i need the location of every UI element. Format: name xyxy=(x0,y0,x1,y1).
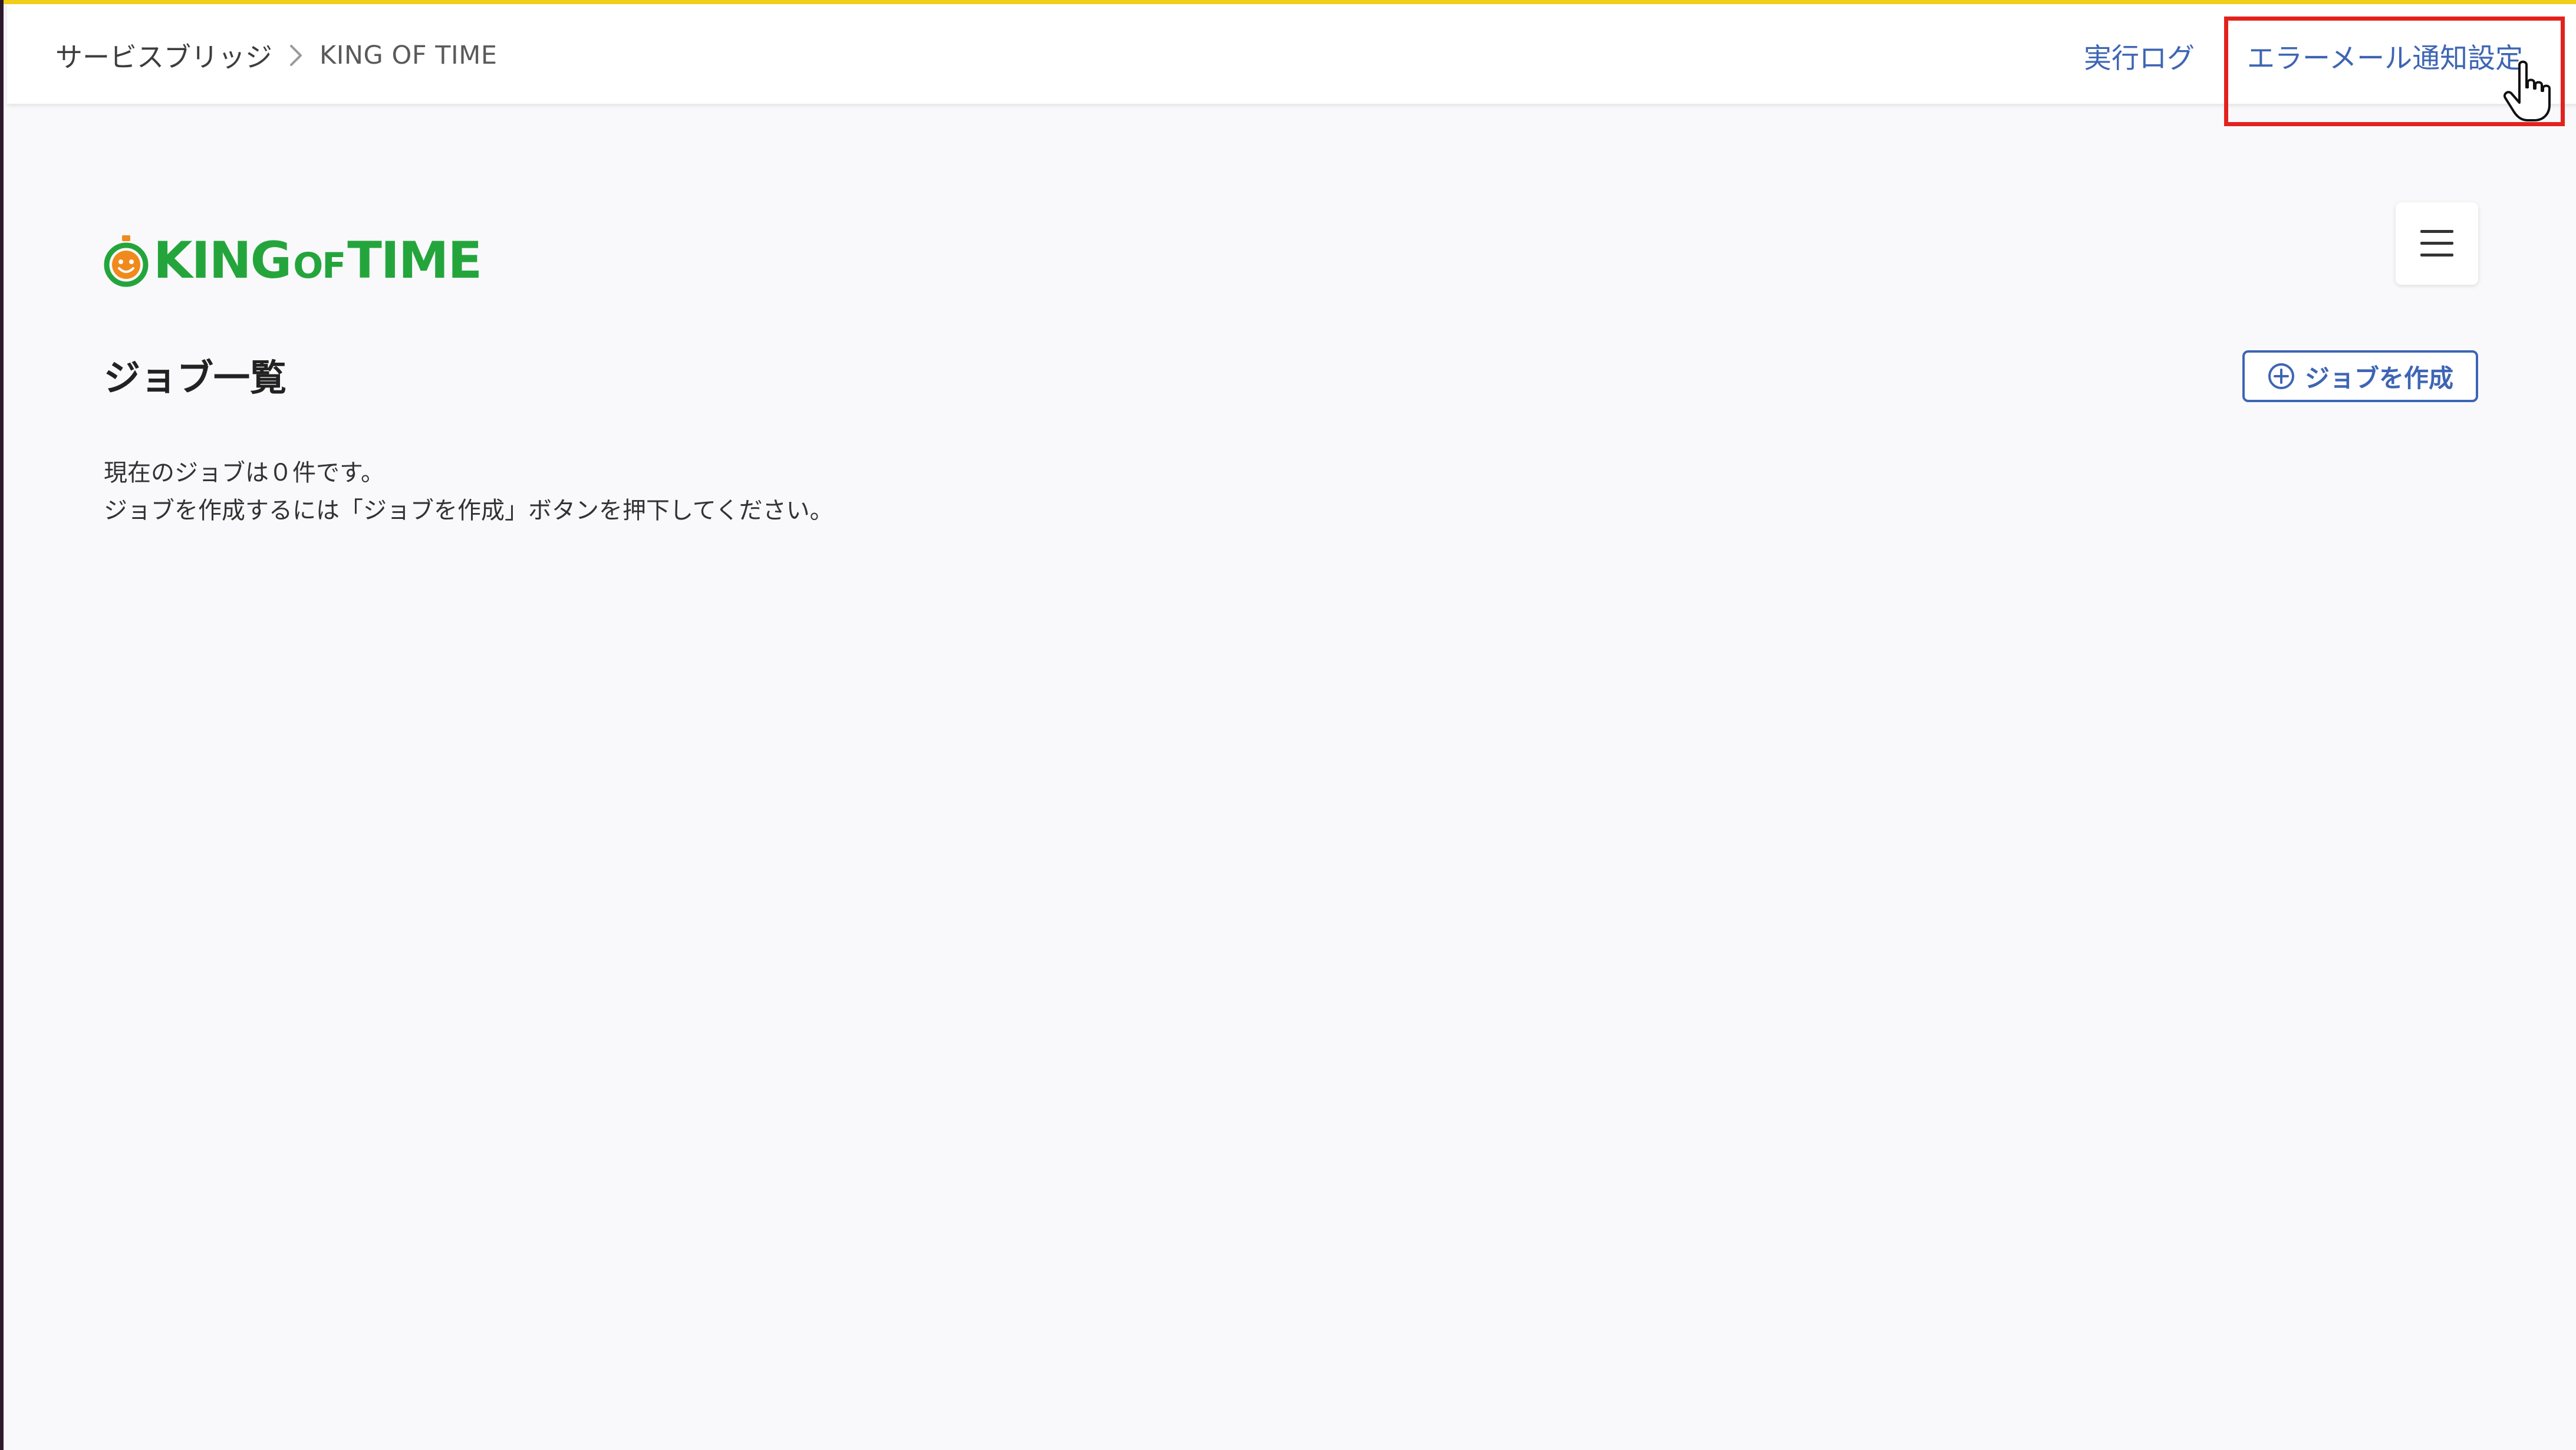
logo-word-of: OF xyxy=(293,245,346,287)
logo-word-king: KING xyxy=(153,231,292,290)
clock-face-icon xyxy=(104,235,149,287)
header-bar: サービスブリッジ KING OF TIME 実行ログ エラーメール通知設定 xyxy=(7,4,2576,104)
hand-pointer-icon xyxy=(2502,59,2555,124)
empty-jobs-message: 現在のジョブは０件です。 ジョブを作成するには「ジョブを作成」ボタンを押下してく… xyxy=(104,454,834,530)
page-title: ジョブ一覧 xyxy=(104,356,287,399)
breadcrumb: サービスブリッジ KING OF TIME xyxy=(55,35,498,76)
plus-circle-icon xyxy=(2267,362,2295,390)
execution-log-link[interactable]: 実行ログ xyxy=(2084,35,2195,76)
top-accent-bar xyxy=(4,0,2576,4)
create-job-button-label: ジョブを作成 xyxy=(2304,363,2453,393)
create-job-button[interactable]: ジョブを作成 xyxy=(2242,350,2478,402)
breadcrumb-root-link[interactable]: サービスブリッジ xyxy=(55,36,272,75)
empty-message-line-2: ジョブを作成するには「ジョブを作成」ボタンを押下してください。 xyxy=(104,497,834,524)
hamburger-icon xyxy=(2420,230,2453,257)
chevron-right-icon xyxy=(272,38,319,73)
app-window: サービスブリッジ KING OF TIME 実行ログ エラーメール通知設定 KI… xyxy=(0,0,2576,1450)
logo-word-time: TIME xyxy=(347,231,482,290)
king-of-time-logo: KING OF TIME xyxy=(103,231,482,290)
logo-wordmark: KING OF TIME xyxy=(153,231,482,290)
menu-button[interactable] xyxy=(2396,202,2478,285)
empty-message-line-1: 現在のジョブは０件です。 xyxy=(104,459,384,486)
breadcrumb-current: KING OF TIME xyxy=(319,41,498,70)
